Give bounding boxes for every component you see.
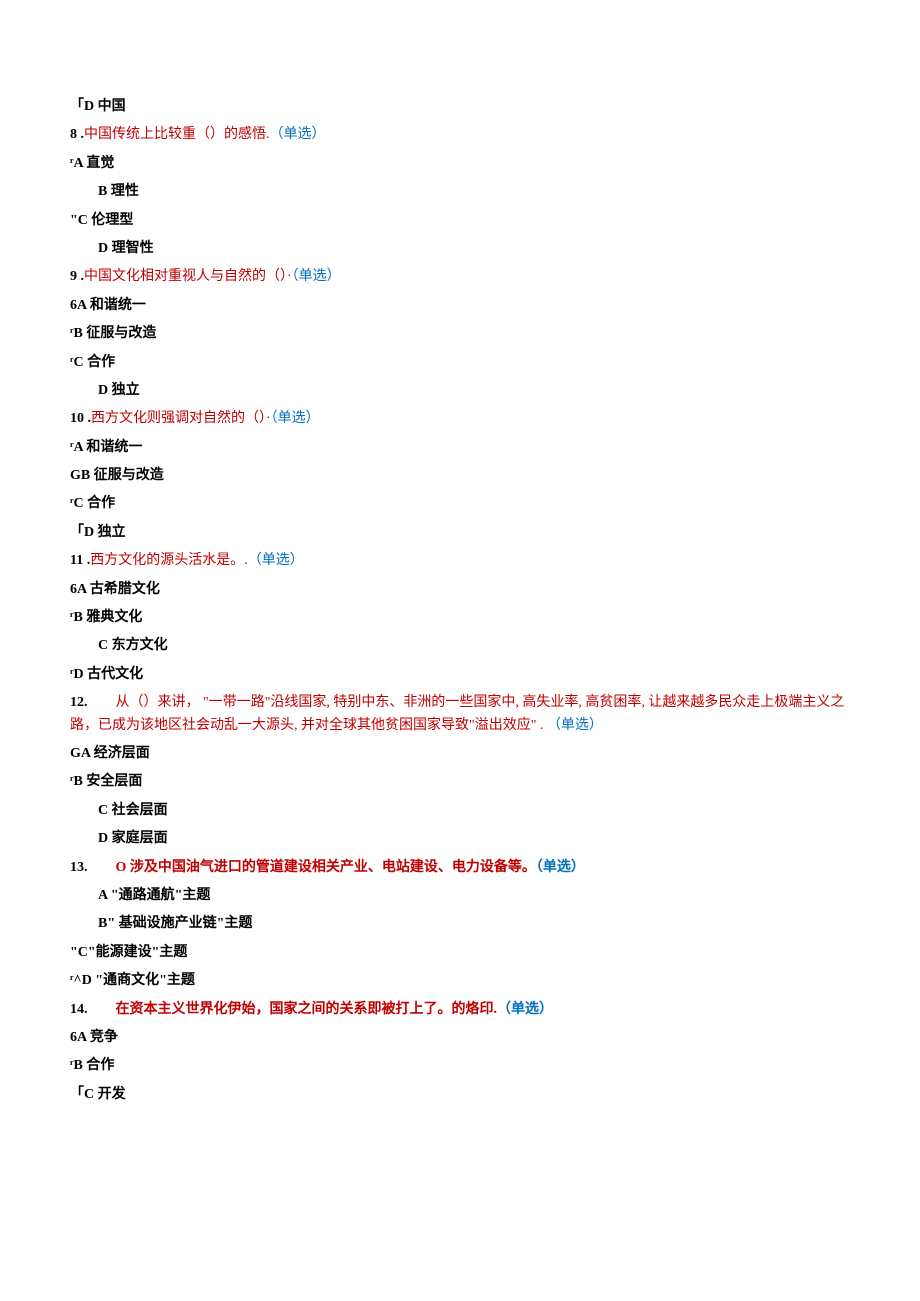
q8-option-d: D 理智性: [70, 238, 850, 260]
q8-stem: 中国传统上比较重（）的感悟.: [84, 127, 270, 142]
q14-option-c: 「C 开发: [70, 1084, 850, 1106]
q14-option-b: ʳB 合作: [70, 1055, 850, 1077]
q12-option-c: C 社会层面: [70, 800, 850, 822]
q12-stem: 从（）来讲， "一带一路"沿线国家, 特别中东、非洲的一些国家中, 高失业率, …: [70, 695, 844, 732]
q9-option-a: 6A 和谐统一: [70, 295, 850, 317]
q11-option-b: ʳB 雅典文化: [70, 607, 850, 629]
q13-num: 13.: [70, 860, 88, 875]
q14-stem-line: 14. 在资本主义世界化伊始，国家之间的关系即被打上了。的烙印.（单选）: [70, 999, 850, 1021]
q14-num: 14.: [70, 1002, 88, 1017]
q11-option-d: ʳD 古代文化: [70, 664, 850, 686]
q10-option-a: ʳA 和谐统一: [70, 437, 850, 459]
q9-tag: （单选）: [292, 269, 341, 284]
q7-option-d: 「D 中国: [70, 96, 850, 118]
q12-num: 12.: [70, 695, 88, 710]
q11-option-c: C 东方文化: [70, 635, 850, 657]
q9-option-b: ʳB 征服与改造: [70, 323, 850, 345]
q8-tag: （单选）: [270, 127, 326, 142]
q10-option-c: ʳC 合作: [70, 493, 850, 515]
q11-tag: （单选）: [248, 553, 304, 568]
q13-stem-line: 13. O 涉及中国油气进口的管道建设相关产业、电站建设、电力设备等。（单选）: [70, 857, 850, 879]
q9-num: 9: [70, 269, 77, 284]
q8-option-b: B 理性: [70, 181, 850, 203]
q13-option-a: A "通路通航"主题: [70, 885, 850, 907]
q9-stem-line: 9 .中国文化相对重视人与自然的（）·（单选）: [70, 266, 850, 288]
q13-option-c: "C"能源建设"主题: [70, 942, 850, 964]
q8-num: 8: [70, 127, 77, 142]
q13-stem: O 涉及中国油气进口的管道建设相关产业、电站建设、电力设备等。: [88, 860, 536, 875]
q8-option-a: ʳA 直觉: [70, 153, 850, 175]
q13-option-d: ʳ^D "通商文化"主题: [70, 970, 850, 992]
q10-option-b: GB 征服与改造: [70, 465, 850, 487]
q10-stem-line: 10 .西方文化则强调对自然的（）·（单选）: [70, 408, 850, 430]
q8-stem-line: 8 .中国传统上比较重（）的感悟.（单选）: [70, 124, 850, 146]
q8-option-c: "C 伦理型: [70, 210, 850, 232]
q11-stem: 西方文化的源头活水是。.: [90, 553, 248, 568]
q13-tag: （单选）: [536, 860, 585, 875]
q9-option-d: D 独立: [70, 380, 850, 402]
q14-option-a: 6A 竞争: [70, 1027, 850, 1049]
q9-option-c: ʳC 合作: [70, 352, 850, 374]
q10-stem: 西方文化则强调对自然的（）·: [91, 411, 271, 426]
q14-tag: （单选）: [497, 1002, 553, 1017]
q10-num: 10: [70, 411, 84, 426]
q14-stem: 在资本主义世界化伊始，国家之间的关系即被打上了。的烙印.: [88, 1002, 498, 1017]
q12-option-d: D 家庭层面: [70, 828, 850, 850]
q11-num: 11: [70, 553, 83, 568]
q12-stem-line: 12. 从（）来讲， "一带一路"沿线国家, 特别中东、非洲的一些国家中, 高失…: [70, 692, 850, 737]
q9-stem: 中国文化相对重视人与自然的（）·: [84, 269, 292, 284]
q10-option-d: 「D 独立: [70, 522, 850, 544]
q13-option-b: B" 基础设施产业链"主题: [70, 913, 850, 935]
q11-option-a: 6A 古希腊文化: [70, 579, 850, 601]
q12-option-a: GA 经济层面: [70, 743, 850, 765]
q10-tag: （单选）: [271, 411, 320, 426]
q12-tag: （单选）: [547, 718, 603, 733]
q11-stem-line: 11 .西方文化的源头活水是。.（单选）: [70, 550, 850, 572]
q12-option-b: ʳB 安全层面: [70, 771, 850, 793]
